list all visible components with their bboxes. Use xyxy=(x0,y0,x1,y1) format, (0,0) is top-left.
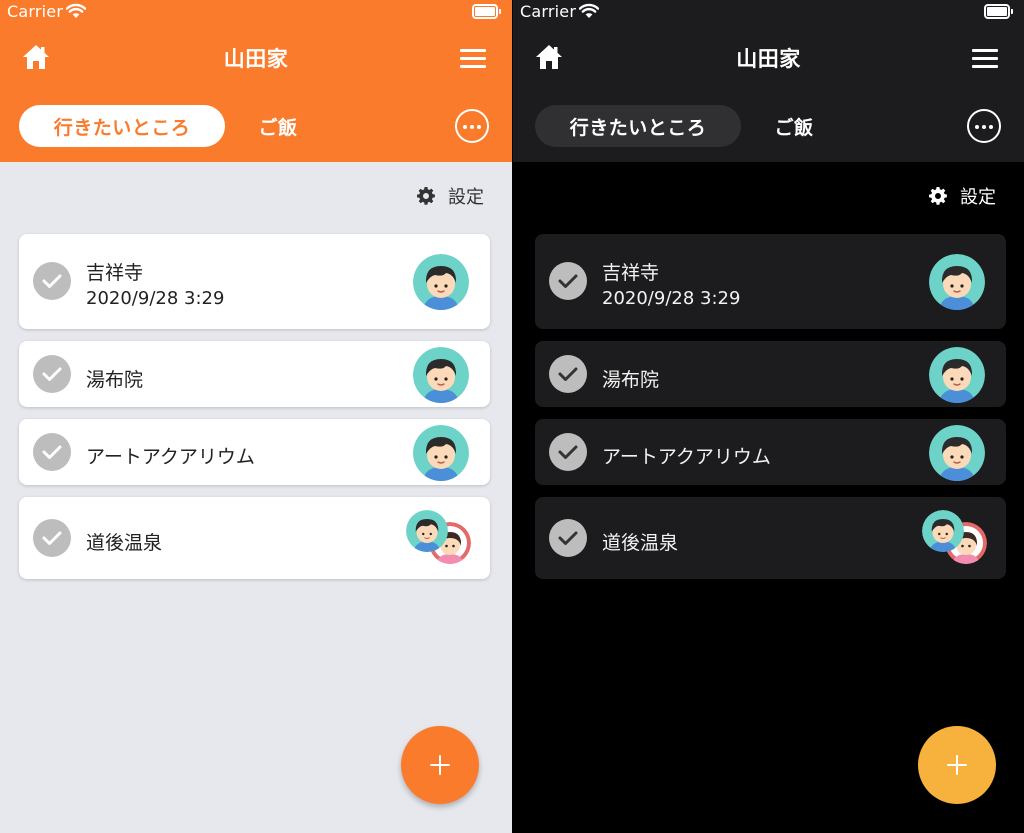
plus-icon xyxy=(947,755,967,775)
tab-places[interactable]: 行きたいところ xyxy=(19,105,225,147)
status-bar: Carrier xyxy=(0,0,512,24)
boy-avatar xyxy=(929,347,985,403)
boy-avatar xyxy=(922,510,964,552)
check-icon[interactable] xyxy=(549,433,587,471)
add-button[interactable] xyxy=(918,726,996,804)
settings-button[interactable]: 設定 xyxy=(416,185,484,208)
list-item[interactable]: 湯布院 xyxy=(535,341,1006,407)
gear-icon xyxy=(929,187,947,205)
page-title: 山田家 xyxy=(223,47,289,71)
list-item[interactable]: 湯布院 xyxy=(19,341,490,407)
more-icon[interactable] xyxy=(967,109,1001,143)
item-title: 吉祥寺 xyxy=(86,262,144,284)
add-button[interactable] xyxy=(401,726,479,804)
tab-meals[interactable]: ご飯 xyxy=(225,105,331,147)
dark-mode-screen: Carrier 山田家 行きたいところ ご飯 設定 吉祥寺 2020/9/28 … xyxy=(513,0,1024,833)
status-bar: Carrier xyxy=(513,0,1024,24)
wifi-icon xyxy=(579,3,599,18)
list-item[interactable]: 吉祥寺 2020/9/28 3:29 xyxy=(19,234,490,329)
app-header: Carrier 山田家 行きたいところ ご飯 xyxy=(513,0,1024,162)
item-title: 湯布院 xyxy=(602,369,660,391)
check-icon[interactable] xyxy=(33,519,71,557)
page-title: 山田家 xyxy=(736,47,801,71)
light-mode-screen: Carrier 山田家 行きたいところ ご飯 設定 吉祥寺 2020/9/28 … xyxy=(0,0,512,833)
boy-avatar xyxy=(413,347,469,403)
item-title: 道後温泉 xyxy=(86,532,163,554)
list-item[interactable]: 道後温泉 xyxy=(19,497,490,579)
item-timestamp: 2020/9/28 3:29 xyxy=(86,288,225,309)
gear-icon xyxy=(417,187,435,205)
item-timestamp: 2020/9/28 3:29 xyxy=(602,288,741,309)
settings-label: 設定 xyxy=(960,187,996,208)
plus-icon xyxy=(430,755,450,775)
more-icon[interactable] xyxy=(455,109,489,143)
menu-icon[interactable] xyxy=(460,49,486,69)
boy-avatar xyxy=(413,425,469,481)
item-title: 湯布院 xyxy=(86,369,144,391)
check-icon[interactable] xyxy=(549,355,587,393)
check-icon[interactable] xyxy=(549,262,587,300)
boy-avatar xyxy=(929,254,985,310)
battery-icon xyxy=(472,4,502,19)
item-title: アートアクアリウム xyxy=(602,446,771,468)
boy-avatar xyxy=(413,254,469,310)
carrier-label: Carrier xyxy=(520,2,577,21)
tab-places[interactable]: 行きたいところ xyxy=(535,105,741,147)
list-item[interactable]: アートアクアリウム xyxy=(535,419,1006,485)
check-icon[interactable] xyxy=(549,519,587,557)
list-item[interactable]: 吉祥寺 2020/9/28 3:29 xyxy=(535,234,1006,329)
app-header: Carrier 山田家 行きたいところ ご飯 xyxy=(0,0,512,162)
check-icon[interactable] xyxy=(33,262,71,300)
item-title: 道後温泉 xyxy=(602,532,679,554)
carrier-label: Carrier xyxy=(7,2,64,21)
settings-label: 設定 xyxy=(448,187,484,208)
check-icon[interactable] xyxy=(33,355,71,393)
boy-avatar xyxy=(406,510,448,552)
menu-icon[interactable] xyxy=(972,49,998,69)
list-item[interactable]: 道後温泉 xyxy=(535,497,1006,579)
boy-avatar xyxy=(929,425,985,481)
item-title: 吉祥寺 xyxy=(602,262,660,284)
battery-icon xyxy=(984,4,1014,19)
wifi-icon xyxy=(66,3,86,18)
settings-button[interactable]: 設定 xyxy=(928,185,996,208)
tab-meals[interactable]: ご飯 xyxy=(741,105,847,147)
list-item[interactable]: アートアクアリウム xyxy=(19,419,490,485)
check-icon[interactable] xyxy=(33,433,71,471)
item-title: アートアクアリウム xyxy=(86,446,255,468)
